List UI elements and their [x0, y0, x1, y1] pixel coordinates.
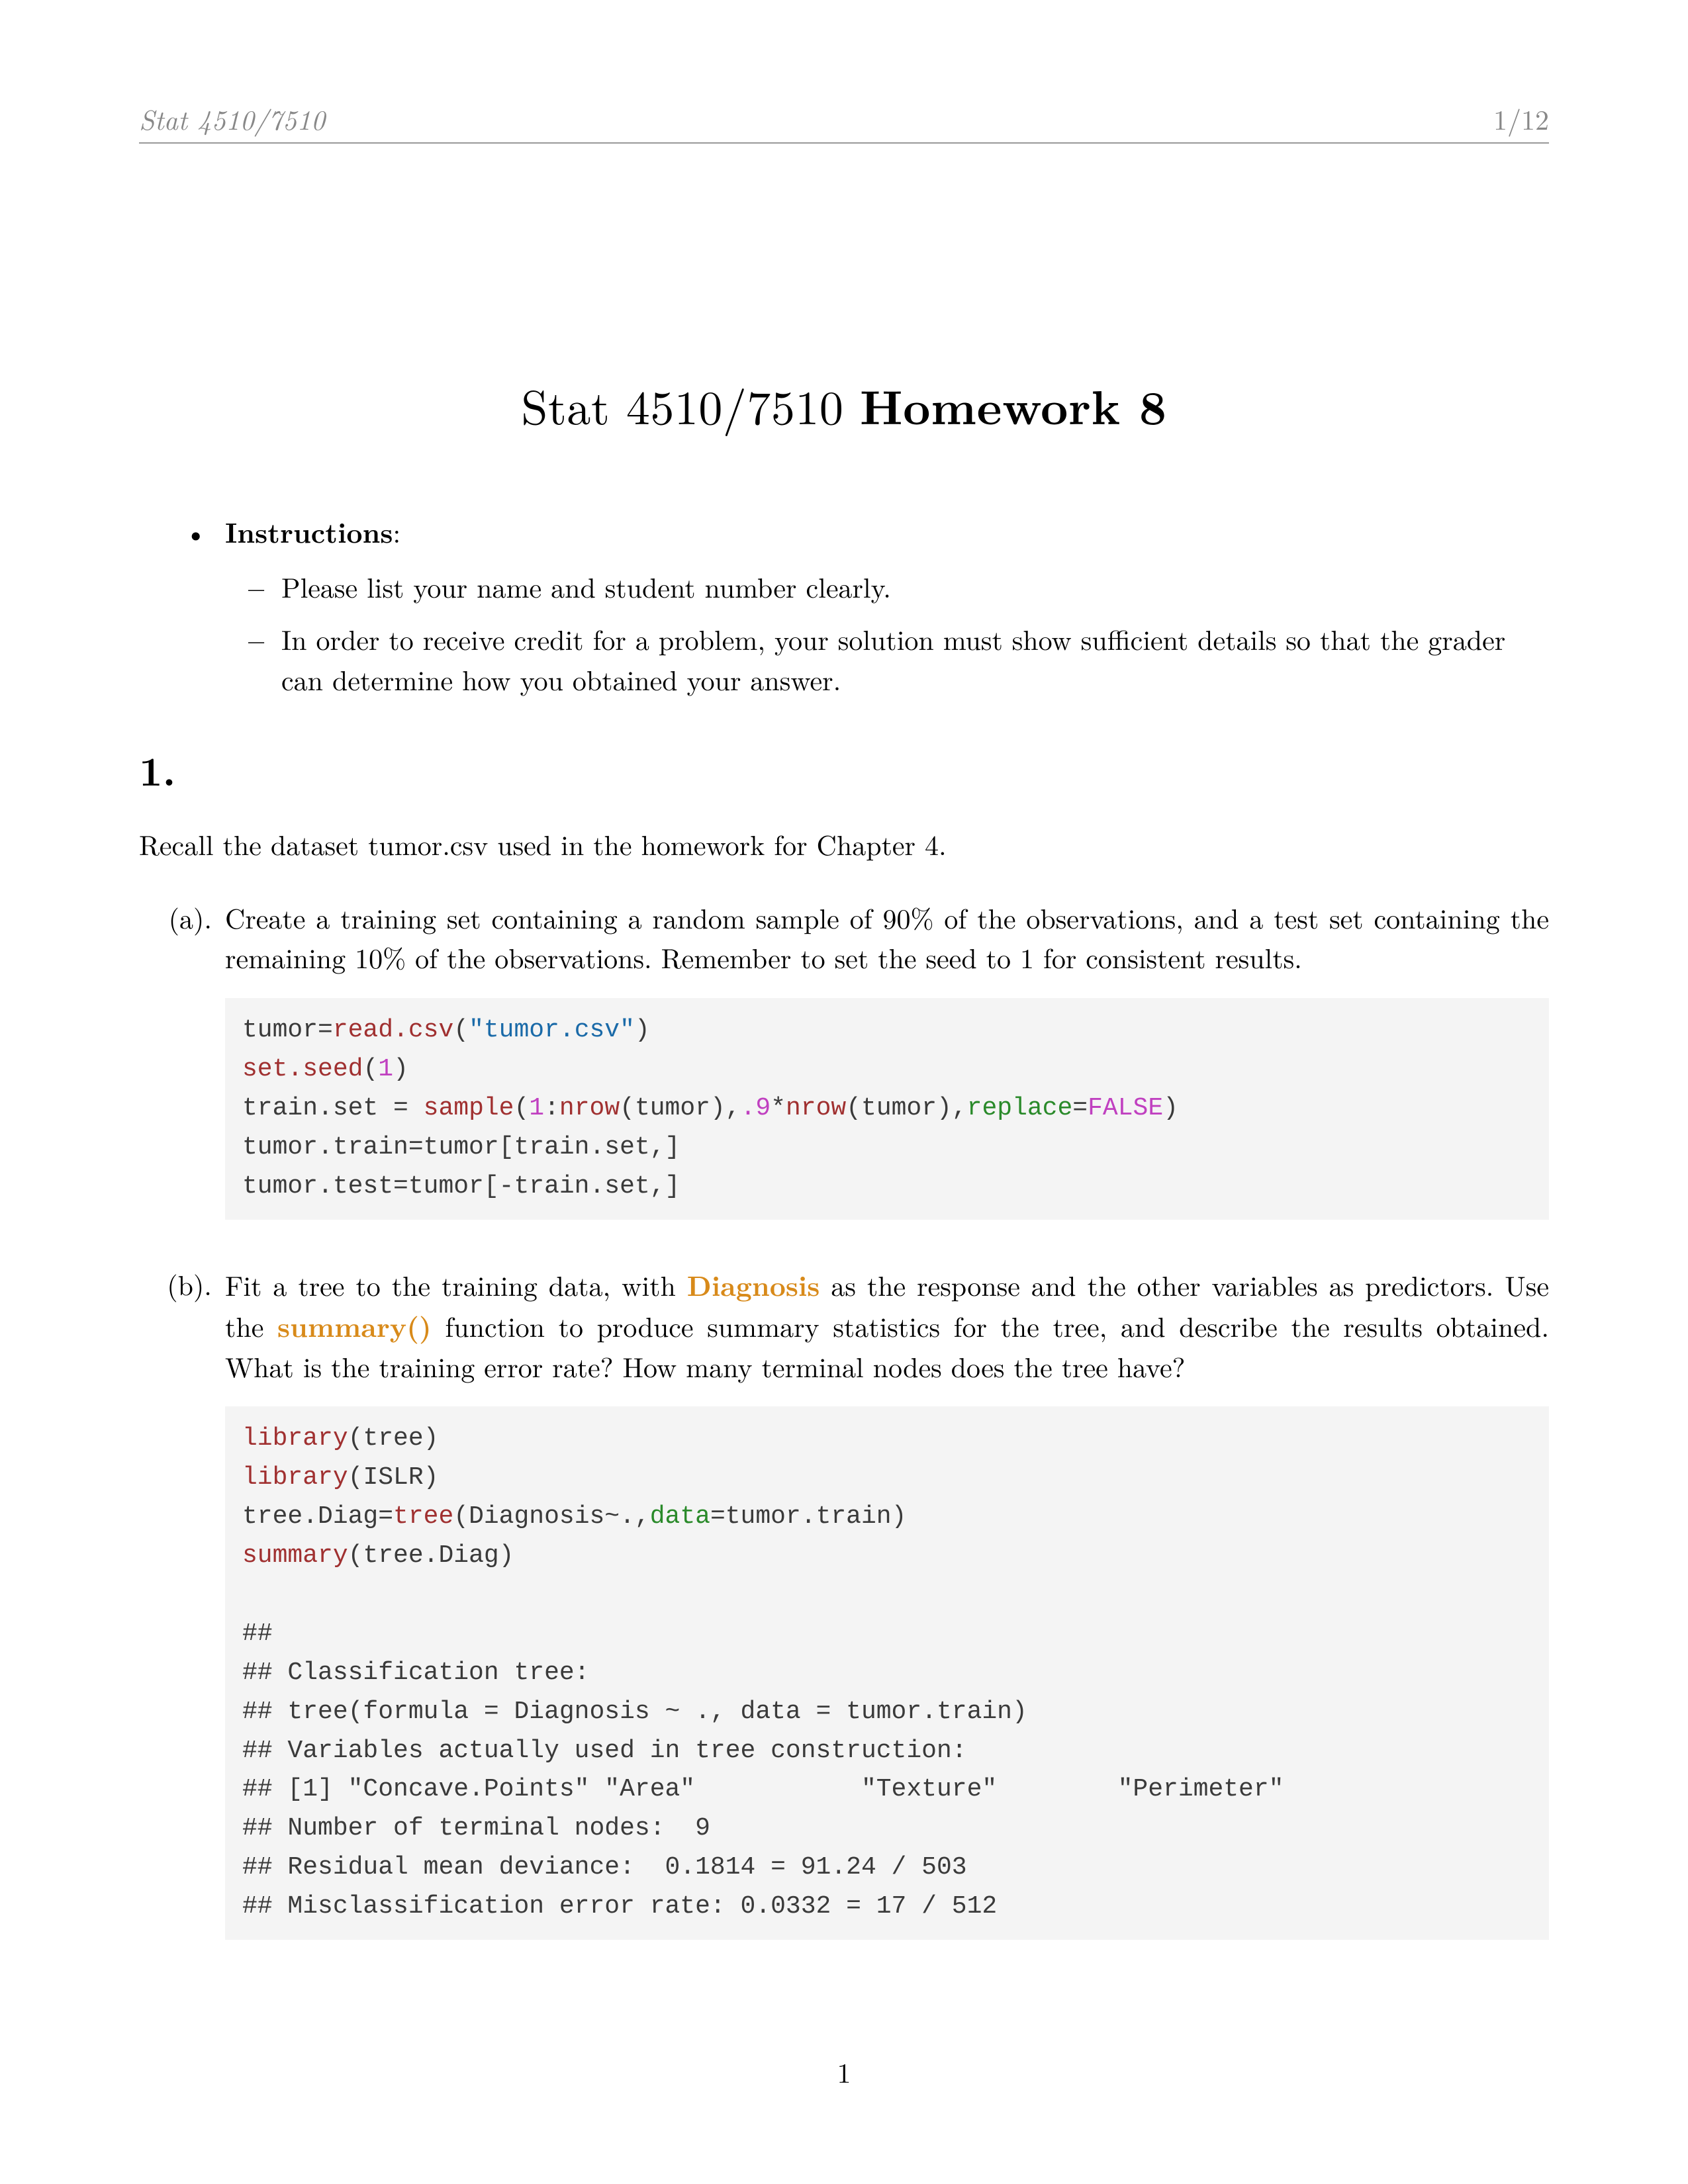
header-course: Stat 4510/7510 — [139, 99, 325, 138]
content: Stat 4510/7510 Homework 8 Instructions: … — [139, 371, 1549, 1985]
question-text: Create a training set containing a rando… — [225, 898, 1549, 979]
instructions-item: Instructions: Please list your name and … — [225, 512, 1549, 700]
question-label: (b). — [139, 1265, 225, 1945]
section-number: 1. — [139, 740, 1549, 798]
instruction-line: In order to receive credit for a problem… — [281, 619, 1549, 700]
page-title: Stat 4510/7510 Homework 8 — [139, 371, 1549, 439]
question-body: Fit a tree to the training data, with Di… — [225, 1265, 1549, 1945]
question-text: Fit a tree to the training data, with Di… — [225, 1265, 1549, 1387]
question-b: (b). Fit a tree to the training data, wi… — [139, 1265, 1549, 1945]
question-a: (a). Create a training set containing a … — [139, 898, 1549, 1225]
question-list: (a). Create a training set containing a … — [139, 898, 1549, 1945]
page-header: Stat 4510/7510 1/12 — [139, 99, 1549, 144]
question-body: Create a training set containing a rando… — [225, 898, 1549, 1225]
code-block-a: tumor=read.csv("tumor.csv") set.seed(1) … — [225, 998, 1549, 1219]
title-prefix: Stat 4510/7510 — [521, 371, 860, 438]
instructions-list: Instructions: Please list your name and … — [139, 512, 1549, 700]
highlight-summary: summary() — [277, 1306, 432, 1345]
header-page-of: 1/12 — [1493, 99, 1549, 138]
section-intro: Recall the dataset tumor.csv used in the… — [139, 825, 1549, 865]
instructions-sublist: Please list your name and student number… — [225, 567, 1549, 700]
page: Stat 4510/7510 1/12 Stat 4510/7510 Homew… — [0, 0, 1688, 2184]
footer-page-number: 1 — [0, 2052, 1688, 2091]
highlight-diagnosis: Diagnosis — [687, 1265, 820, 1304]
instruction-line: Please list your name and student number… — [281, 567, 1549, 608]
title-bold: Homework 8 — [860, 371, 1167, 439]
instructions-label: Instructions — [225, 512, 393, 551]
question-label: (a). — [139, 898, 225, 1225]
code-block-b: library(tree) library(ISLR) tree.Diag=tr… — [225, 1406, 1549, 1940]
